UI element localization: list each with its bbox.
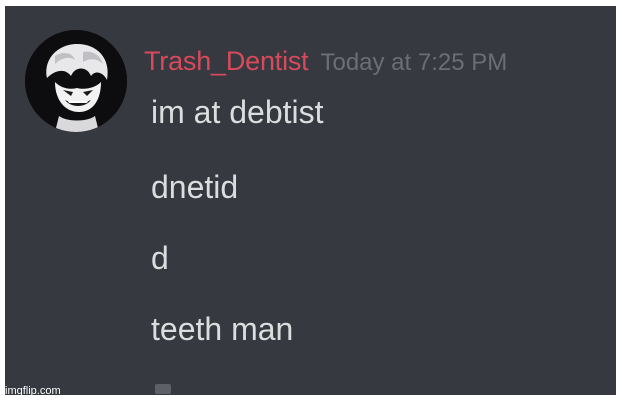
timestamp: Today at 7:25 PM	[320, 49, 508, 76]
avatar[interactable]	[25, 30, 127, 132]
message-line: teeth man	[151, 311, 294, 347]
message-line-partial	[155, 384, 171, 394]
message-line: d	[151, 240, 169, 276]
message-line: im at debtist	[151, 94, 324, 130]
username[interactable]: Trash_Dentist	[144, 46, 309, 76]
message-line: dnetid	[151, 169, 239, 205]
watermark: imgflip.com	[5, 385, 61, 397]
chat-panel: Trash_Dentist Today at 7:25 PM im at deb…	[5, 6, 616, 395]
message-header: Trash_Dentist Today at 7:25 PM	[144, 46, 507, 77]
